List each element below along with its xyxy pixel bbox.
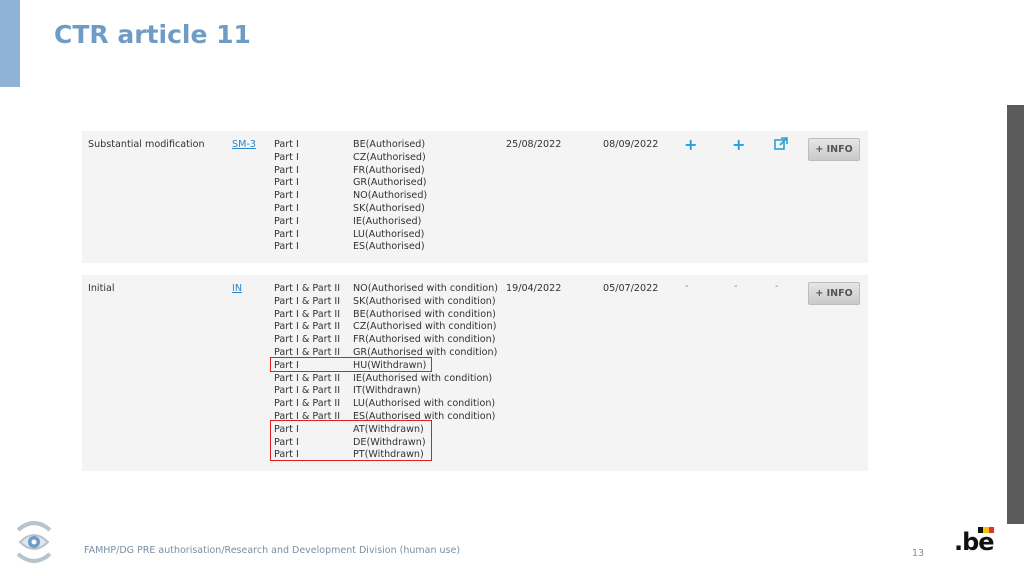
scroll-side-bar bbox=[1007, 105, 1024, 524]
plus-icon[interactable]: + bbox=[684, 135, 697, 154]
country-status: LU(Authorised) bbox=[353, 228, 425, 240]
be-logo: .be bbox=[954, 528, 995, 556]
part-item: Part I & Part II bbox=[274, 295, 341, 307]
part-item: Part I bbox=[274, 177, 299, 189]
country-status: SK(Authorised) bbox=[353, 202, 425, 214]
decision-date: 08/09/2022 bbox=[603, 139, 659, 150]
country-status: CZ(Authorised) bbox=[353, 151, 426, 163]
country-status: GR(Authorised) bbox=[353, 177, 427, 189]
part-item: Part I bbox=[274, 228, 299, 240]
part-item: Part I bbox=[274, 190, 299, 202]
part-item: Part I & Part II bbox=[274, 385, 341, 397]
country-status: NO(Authorised with condition) bbox=[353, 283, 498, 294]
table-row-initial: Initial IN Part I & Part II Part I & Par… bbox=[82, 275, 868, 471]
part-item: Part I bbox=[274, 164, 299, 176]
country-status: BE(Authorised with condition) bbox=[353, 308, 496, 320]
country-status: SK(Authorised with condition) bbox=[353, 295, 496, 307]
plus-icon[interactable]: + bbox=[732, 135, 745, 154]
part-item: Part I & Part II bbox=[274, 308, 341, 320]
submission-date: 19/04/2022 bbox=[506, 283, 562, 294]
page-number: 13 bbox=[912, 548, 925, 559]
country-status: ES(Authorised) bbox=[353, 241, 425, 253]
empty-action: - bbox=[734, 281, 738, 292]
country-status: IT(Withdrawn) bbox=[353, 385, 421, 397]
external-link-icon[interactable] bbox=[774, 136, 790, 152]
part-item: Part I bbox=[274, 139, 299, 150]
part-item: Part I & Part II bbox=[274, 321, 341, 333]
application-link[interactable]: SM-3 bbox=[232, 139, 256, 150]
submission-date: 25/08/2022 bbox=[506, 139, 562, 150]
country-status: IE(Authorised) bbox=[353, 215, 422, 227]
part-item: Part I bbox=[274, 241, 299, 253]
table-row-substantial-modification: Substantial modification SM-3 Part I Par… bbox=[82, 131, 868, 263]
country-status: FR(Authorised) bbox=[353, 164, 425, 176]
info-button[interactable]: + INFO bbox=[808, 282, 860, 305]
part-item: Part I bbox=[274, 151, 299, 163]
decision-date: 05/07/2022 bbox=[603, 283, 659, 294]
part-item: Part I bbox=[274, 215, 299, 227]
application-link[interactable]: IN bbox=[232, 283, 242, 294]
withdrawn-highlight-box bbox=[270, 357, 432, 372]
part-item: Part I bbox=[274, 202, 299, 214]
country-status: CZ(Authorised with condition) bbox=[353, 321, 497, 333]
famhp-logo-icon bbox=[14, 518, 54, 566]
parts-list: Part I Part I Part I Part I Part I Part … bbox=[274, 139, 299, 254]
empty-action: - bbox=[685, 281, 689, 292]
part-item: Part I & Part II bbox=[274, 372, 341, 384]
country-status: FR(Authorised with condition) bbox=[353, 334, 496, 346]
withdrawn-highlight-box bbox=[270, 420, 432, 461]
part-item: Part I & Part II bbox=[274, 283, 341, 294]
country-status: LU(Authorised with condition) bbox=[353, 398, 496, 410]
row-type: Substantial modification bbox=[88, 139, 205, 150]
country-status: NO(Authorised) bbox=[353, 190, 428, 202]
part-item: Part I & Part II bbox=[274, 398, 341, 410]
part-item: Part I & Part II bbox=[274, 334, 341, 346]
row-type: Initial bbox=[88, 283, 115, 294]
footer-text: FAMHP/DG PRE authorisation/Research and … bbox=[84, 545, 461, 556]
country-status: BE(Authorised) bbox=[353, 139, 426, 150]
slide-title: CTR article 11 bbox=[54, 20, 251, 49]
title-accent-bar bbox=[0, 0, 20, 87]
info-button[interactable]: + INFO bbox=[808, 138, 860, 161]
status-list: BE(Authorised) CZ(Authorised) FR(Authori… bbox=[353, 139, 427, 254]
empty-action: - bbox=[775, 281, 779, 292]
country-status: IE(Authorised with condition) bbox=[353, 372, 493, 384]
